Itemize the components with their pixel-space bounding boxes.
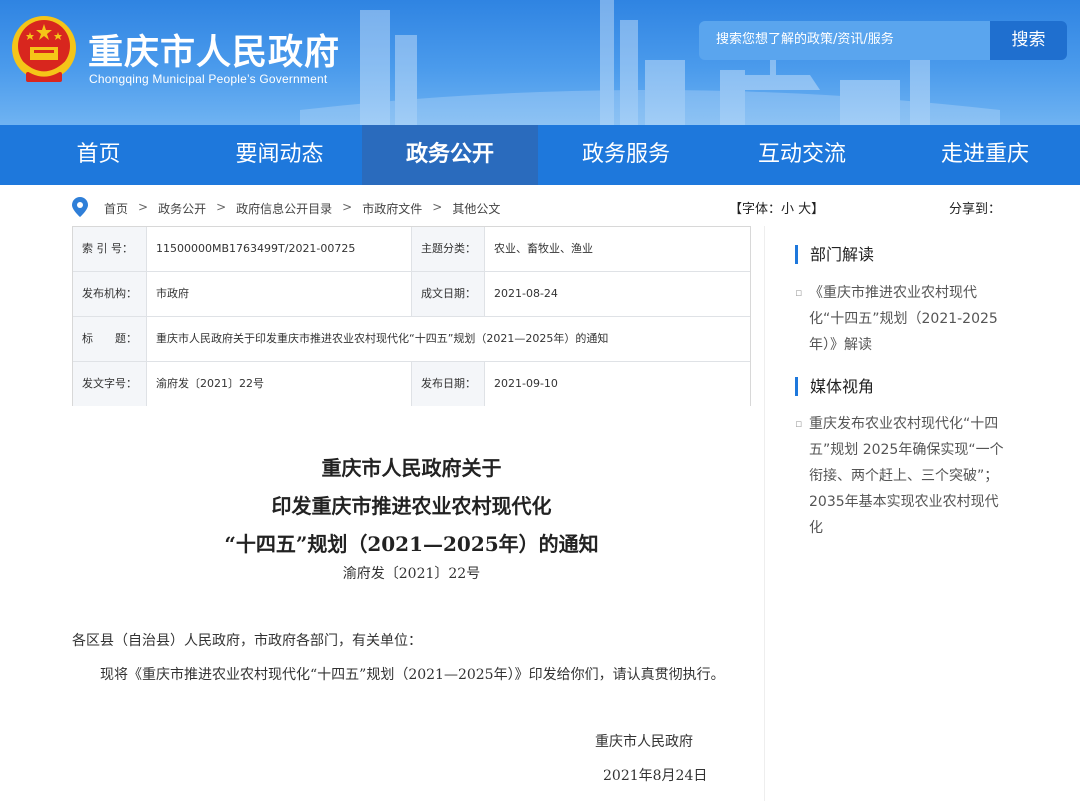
written-date-value: 2021-08-24 [484,272,750,316]
salutation: 各区县（自治县）人民政府，市政府各部门，有关单位： [72,633,422,649]
issuer-value: 市政府 [146,272,411,316]
published-date-value: 2021-09-10 [484,362,750,406]
site-title: 重庆市人民政府 [88,33,341,73]
breadcrumb-separator: > [216,200,227,214]
nav-item-gov-affairs[interactable]: 政务公开 [362,125,538,185]
breadcrumb-city-documents[interactable]: 市政府文件 [362,200,422,217]
document-number: 渝府发〔2021〕22号 [342,566,481,582]
table-row: 发文字号： 渝府发〔2021〕22号 发布日期： 2021-09-10 [73,362,750,407]
written-date-label: 成文日期： [411,272,484,316]
bullet-icon: ▫ [795,286,803,299]
body-paragraph: 现将《重庆市推进农业农村现代化“十四五”规划（2021—2025年）》印发给你们… [100,667,725,683]
breadcrumb-other-documents[interactable]: 其他公文 [452,200,500,217]
table-row: 发布机构： 市政府 成文日期： 2021-08-24 [73,272,750,317]
index-number-label: 索 引 号： [73,227,146,271]
document-metadata-table: 索 引 号： 11500000MB1763499T/2021-00725 主题分… [72,226,751,406]
sidebar-link-text[interactable]: 《重庆市推进农业农村现代化“十四五”规划（2021-2025年）》解读 [809,285,998,353]
search-input[interactable] [716,32,976,47]
breadcrumb: 首页 > 政务公开 > 政府信息公开目录 > 市政府文件 > 其他公文 [104,200,500,217]
sidebar-heading-media: 媒体视角 [795,377,874,396]
site-subtitle: Chongqing Municipal People’s Government [89,72,328,86]
sidebar-link-text[interactable]: 重庆发布农业农村现代化“十四五”规划 2025年确保实现“一个衔接、两个赶上、三… [809,416,1004,536]
search-box [699,21,990,60]
title-label: 标 题： [73,317,146,361]
bullet-icon: ▫ [795,417,803,430]
nav-item-interaction[interactable]: 互动交流 [714,125,890,185]
nav-item-home[interactable]: 首页 [0,125,197,185]
index-number-value: 11500000MB1763499T/2021-00725 [146,227,411,271]
breadcrumb-separator: > [138,200,149,214]
national-emblem-icon [12,16,76,82]
document-number-label: 发文字号： [73,362,146,406]
breadcrumb-info-directory[interactable]: 政府信息公开目录 [236,200,332,217]
breadcrumb-home[interactable]: 首页 [104,200,128,217]
signature-issuer: 重庆市人民政府 [595,734,693,750]
title-value: 重庆市人民政府关于印发重庆市推进农业农村现代化“十四五”规划（2021—2025… [146,317,750,361]
font-size-control[interactable]: 【字体：小 大】 [729,198,824,217]
nav-item-services[interactable]: 政务服务 [538,125,714,185]
document-title-line: 印发重庆市推进农业农村现代化 [271,494,552,518]
published-date-label: 发布日期： [411,362,484,406]
category-label: 主题分类： [411,227,484,271]
search-button[interactable]: 搜索 [990,21,1067,60]
signature-date: 2021年8月24日 [603,768,708,784]
document-title-line: “十四五”规划（2021—2025年）的通知 [224,532,599,556]
document-number-value: 渝府发〔2021〕22号 [146,362,411,406]
sidebar-divider [764,226,765,801]
breadcrumb-separator: > [432,200,443,214]
breadcrumb-gov-affairs[interactable]: 政务公开 [158,200,206,217]
document-title-line: 重庆市人民政府关于 [321,456,502,480]
nav-item-about-chongqing[interactable]: 走进重庆 [890,125,1080,185]
location-pin-icon [72,197,88,217]
sidebar-heading-interpretation: 部门解读 [795,245,874,264]
site-header: 重庆市人民政府 Chongqing Municipal People’s Gov… [0,0,1080,125]
sidebar-link[interactable]: ▫ 重庆发布农业农村现代化“十四五”规划 2025年确保实现“一个衔接、两个赶上… [795,411,1010,541]
breadcrumb-separator: > [342,200,353,214]
table-row: 标 题： 重庆市人民政府关于印发重庆市推进农业农村现代化“十四五”规划（2021… [73,317,750,362]
sidebar-link[interactable]: ▫ 《重庆市推进农业农村现代化“十四五”规划（2021-2025年）》解读 [795,280,1010,358]
main-nav: 首页 要闻动态 政务公开 政务服务 互动交流 走进重庆 [0,125,1080,185]
table-row: 索 引 号： 11500000MB1763499T/2021-00725 主题分… [73,227,750,272]
city-skyline-decoration [300,0,1000,125]
issuer-label: 发布机构： [73,272,146,316]
share-label: 分享到： [949,202,1002,217]
breadcrumb-row: 首页 > 政务公开 > 政府信息公开目录 > 市政府文件 > 其他公文 【字体：… [72,195,1022,219]
category-value: 农业、畜牧业、渔业 [484,227,750,271]
nav-item-news[interactable]: 要闻动态 [197,125,362,185]
